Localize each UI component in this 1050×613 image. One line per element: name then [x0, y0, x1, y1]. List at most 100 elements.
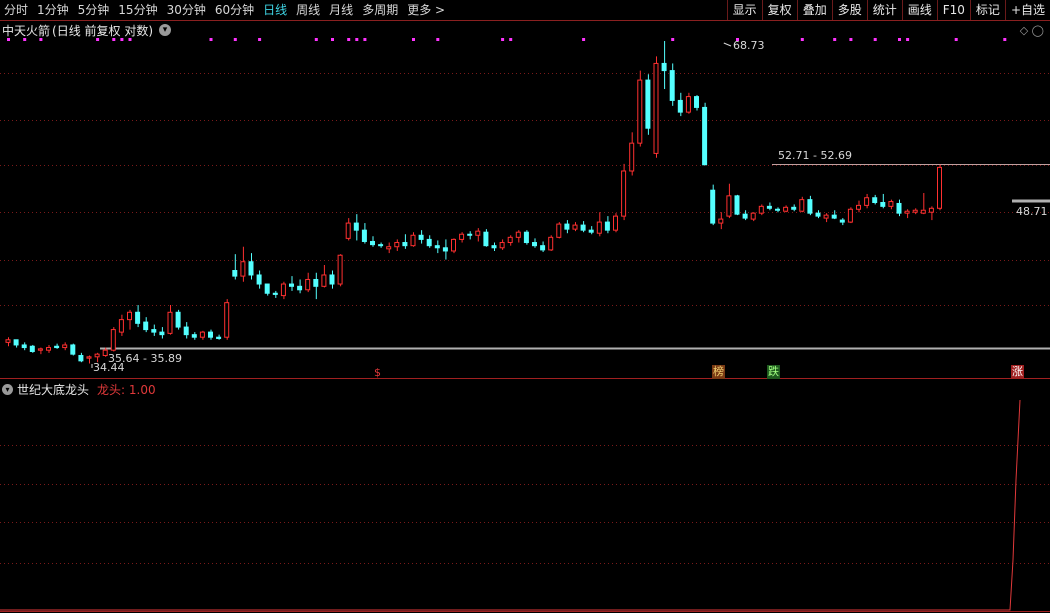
- candle-body-47: [386, 246, 392, 250]
- signal-dot-50: [412, 38, 415, 41]
- signal-dot-42: [347, 38, 351, 41]
- candle-body-56: [459, 233, 465, 240]
- candle-body-72: [588, 229, 594, 233]
- candle-body-94: [766, 205, 772, 209]
- candle-body-33: [272, 292, 278, 295]
- signal-dot-31: [258, 38, 262, 41]
- candle-body-79: [645, 79, 651, 129]
- candle-body-43: [353, 222, 359, 231]
- candle-body-97: [791, 206, 797, 210]
- candle-body-32: [264, 283, 270, 294]
- candle-body-17: [143, 321, 149, 331]
- candle-body-48: [394, 242, 400, 248]
- candle-body-100: [815, 212, 821, 217]
- candle-body-104: [847, 208, 853, 223]
- candle-body-45: [370, 240, 375, 246]
- candle-body-30: [248, 261, 254, 276]
- candle-body-83: [677, 99, 683, 113]
- candle-body-65: [532, 242, 537, 247]
- candle-body-28: [232, 270, 238, 277]
- signal-dot-110: [898, 38, 901, 41]
- high-price-label: 68.73: [733, 39, 765, 52]
- candle-body-91: [742, 213, 748, 219]
- candle-body-52: [426, 238, 432, 247]
- signal-dot-53: [436, 38, 440, 41]
- candle-body-82: [669, 70, 675, 101]
- candle-body-74: [604, 221, 610, 231]
- candle-body-16: [135, 311, 141, 324]
- corner-icons[interactable]: ◇ ◯: [1020, 24, 1044, 37]
- candle-body-85: [694, 96, 699, 108]
- signal-dot-44: [363, 38, 367, 41]
- candle-body-87: [710, 189, 716, 224]
- candle-body-73: [596, 221, 602, 234]
- signal-dot-82: [671, 38, 675, 41]
- indicator-value: 龙头: 1.00: [97, 382, 156, 397]
- candle-body-2: [21, 344, 27, 349]
- candle-body-42: [345, 222, 351, 239]
- candlestick-chart[interactable]: [0, 0, 1050, 613]
- candle-body-105: [856, 204, 861, 210]
- candle-body-101: [823, 214, 829, 219]
- candle-body-71: [580, 224, 586, 231]
- candle-body-53: [434, 245, 440, 249]
- candle-body-88: [718, 218, 724, 224]
- signal-dot-111: [906, 38, 910, 41]
- candle-body-60: [491, 245, 497, 249]
- candle-body-69: [564, 223, 570, 230]
- bang-marker[interactable]: 榜: [712, 365, 725, 379]
- signal-dot-61: [501, 38, 505, 41]
- candle-body-54: [442, 247, 448, 252]
- candle-body-12: [102, 349, 108, 356]
- candle-body-114: [928, 207, 934, 213]
- zone-high-label: 52.71 - 52.69: [778, 149, 852, 162]
- candle-body-24: [199, 331, 205, 338]
- candle-body-113: [920, 209, 926, 214]
- die-marker[interactable]: 跌: [767, 365, 780, 379]
- candle-body-67: [548, 236, 554, 251]
- candle-body-57: [467, 233, 473, 236]
- high-price-value: 68.73: [733, 39, 765, 52]
- candle-body-9: [78, 354, 84, 362]
- candle-body-19: [159, 331, 165, 336]
- candle-body-39: [321, 274, 327, 287]
- candle-body-20: [167, 311, 173, 334]
- candle-body-22: [183, 326, 189, 336]
- sub-dropdown-icon[interactable]: ▾: [2, 383, 13, 395]
- candle-body-0: [5, 339, 11, 343]
- candle-body-11: [94, 353, 100, 358]
- candle-body-14: [118, 319, 124, 333]
- candle-body-10: [86, 356, 92, 359]
- candle-body-107: [872, 197, 878, 204]
- candle-body-3: [29, 345, 35, 353]
- candle-body-92: [750, 212, 756, 220]
- dollar-marker[interactable]: $: [373, 366, 382, 380]
- candle-body-109: [888, 201, 894, 207]
- candle-body-38: [313, 278, 319, 287]
- candle-body-8: [70, 344, 76, 355]
- candle-body-76: [621, 170, 627, 217]
- candle-body-68: [556, 223, 562, 238]
- candle-body-62: [507, 236, 513, 244]
- candle-body-4: [37, 348, 43, 351]
- sub-chart-title: ▾ 世纪大底龙头 龙头: 1.00: [2, 381, 156, 397]
- candle-body-44: [361, 229, 367, 242]
- indicator-line: [0, 399, 1021, 611]
- zhang-marker[interactable]: 涨: [1011, 365, 1024, 379]
- signal-dot-25: [209, 38, 213, 41]
- settings-dropdown-icon[interactable]: ▾: [159, 24, 172, 36]
- candle-body-102: [831, 214, 837, 219]
- signal-dot-117: [954, 38, 958, 41]
- signal-dot-40: [331, 38, 334, 41]
- candle-body-70: [572, 224, 578, 230]
- candle-body-95: [775, 208, 780, 211]
- signal-dot-102: [833, 38, 837, 41]
- candle-body-89: [726, 195, 732, 217]
- candle-body-80: [653, 62, 659, 154]
- candle-body-86: [702, 106, 708, 166]
- candle-body-106: [864, 197, 870, 206]
- candle-body-26: [216, 336, 222, 339]
- candle-body-27: [224, 302, 230, 338]
- zone-low-label: 35.64 - 35.89: [108, 352, 182, 365]
- candle-body-49: [402, 242, 408, 247]
